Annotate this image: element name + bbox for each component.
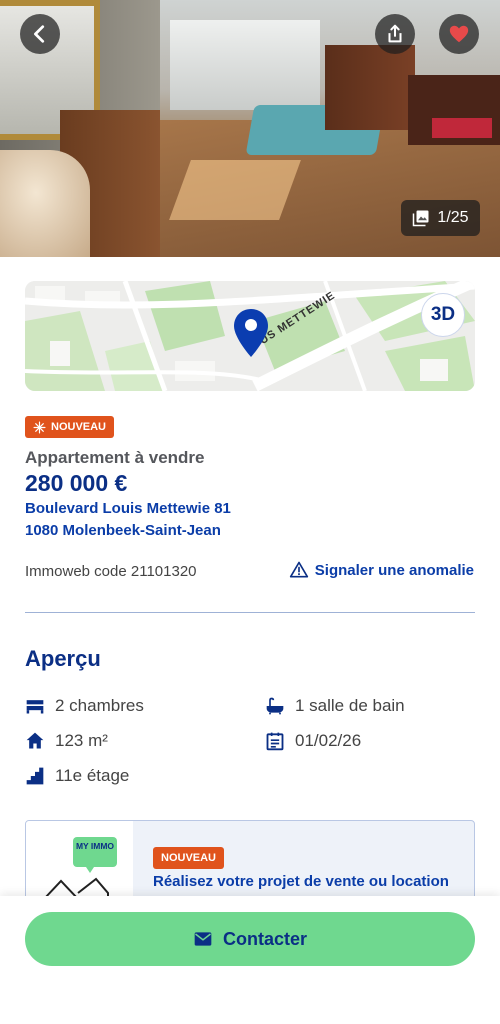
- view-3d-button[interactable]: 3D: [421, 293, 465, 337]
- overview-title: Aperçu: [25, 646, 101, 671]
- address-line-1[interactable]: Boulevard Louis Mettewie 81: [25, 500, 231, 517]
- address-line-2[interactable]: 1080 Molenbeek-Saint-Jean: [25, 522, 221, 539]
- warning-icon: [289, 561, 308, 578]
- photo-cabinet: [325, 45, 415, 130]
- promo-illustration-sign: MY IMMO: [76, 841, 114, 851]
- bed-icon: [26, 700, 44, 714]
- map-pin-icon: [234, 309, 268, 357]
- share-icon: [388, 24, 402, 43]
- location-map[interactable]: US METTEWIE 3D: [25, 281, 475, 391]
- listing-photo[interactable]: 1/25: [0, 0, 500, 257]
- report-anomaly-label: Signaler une anomalie: [314, 561, 474, 579]
- new-badge: NOUVEAU: [25, 416, 115, 438]
- calendar-icon: [266, 732, 284, 751]
- stairs-icon: [26, 767, 44, 785]
- feature-floor: 11e étage: [25, 766, 129, 786]
- bottom-action-bar: Contacter: [0, 896, 500, 1024]
- back-button[interactable]: [20, 14, 60, 54]
- sparkle-icon: [33, 420, 46, 434]
- photo-counter-text: 1/25: [437, 209, 469, 226]
- price: 280 000 €: [25, 470, 128, 496]
- bathtub-icon: [266, 697, 284, 715]
- share-button[interactable]: [375, 14, 415, 54]
- favorite-button[interactable]: [439, 14, 479, 54]
- feature-bedrooms: 2 chambres: [25, 696, 144, 716]
- new-badge-label: NOUVEAU: [51, 421, 107, 433]
- report-anomaly-link[interactable]: Signaler une anomalie: [289, 560, 474, 580]
- feature-floor-text: 11e étage: [55, 766, 130, 785]
- feature-bathrooms-text: 1 salle de bain: [295, 696, 405, 715]
- photo-lamp: [0, 150, 90, 257]
- immoweb-code: Immoweb code 21101320: [25, 563, 197, 580]
- contact-button-label: Contacter: [222, 928, 307, 949]
- photo-counter[interactable]: 1/25: [401, 200, 480, 236]
- photo-bench: [432, 118, 492, 138]
- feature-bedrooms-text: 2 chambres: [55, 696, 144, 715]
- feature-availability: 01/02/26: [265, 731, 361, 751]
- property-type: Appartement à vendre: [25, 448, 205, 467]
- promo-text: Réalisez votre projet de vente ou locati…: [153, 873, 449, 890]
- mail-icon: [194, 932, 212, 946]
- feature-area-text: 123 m²: [55, 731, 108, 750]
- home-icon: [26, 732, 44, 749]
- feature-bathrooms: 1 salle de bain: [265, 696, 405, 716]
- heart-icon: [449, 25, 469, 43]
- feature-area: 123 m²: [25, 731, 108, 751]
- promo-new-badge: NOUVEAU: [153, 847, 225, 869]
- photo-window: [170, 20, 320, 110]
- promo-new-badge-label: NOUVEAU: [161, 852, 217, 864]
- photo-sunlight: [169, 160, 301, 220]
- feature-availability-text: 01/02/26: [295, 731, 362, 750]
- chevron-left-icon: [34, 25, 45, 43]
- contact-button[interactable]: Contacter: [25, 912, 475, 966]
- gallery-icon: [413, 210, 429, 227]
- section-divider: [25, 612, 475, 613]
